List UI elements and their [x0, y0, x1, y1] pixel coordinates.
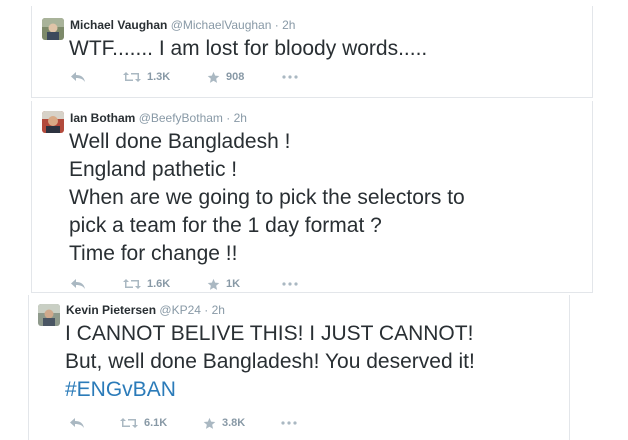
retweet-icon: [120, 418, 138, 428]
author-handle[interactable]: @MichaelVaughan: [171, 18, 272, 32]
tweet-line: When are we going to pick the selectors …: [69, 186, 465, 209]
retweet-count: 6.1K: [144, 417, 168, 429]
avatar[interactable]: [42, 18, 64, 40]
retweet-button[interactable]: 1.3K: [123, 69, 170, 85]
retweet-button[interactable]: 6.1K: [120, 415, 167, 431]
retweet-count: 1.6K: [147, 278, 171, 290]
separator: ·: [226, 111, 231, 125]
tweet-line: England pathetic !: [69, 158, 238, 181]
favorite-count: 908: [226, 71, 245, 83]
favorite-button[interactable]: 3.8K: [203, 415, 245, 431]
timestamp[interactable]: 2h: [212, 303, 225, 317]
tweet-line: WTF....... I am lost for bloody words...…: [69, 37, 428, 60]
tweet-line: But, well done Bangladesh! You deserved …: [65, 350, 475, 373]
reply-button[interactable]: [69, 415, 85, 431]
more-icon: [282, 75, 298, 79]
favorite-count: 3.8K: [222, 417, 246, 429]
tweet-card[interactable]: Ian Botham @BeefyBotham · 2h Well done B…: [31, 101, 593, 293]
favorite-button[interactable]: 908: [207, 69, 244, 85]
more-icon: [281, 421, 297, 425]
avatar[interactable]: [42, 111, 64, 133]
retweet-count: 1.3K: [147, 71, 171, 83]
author-handle[interactable]: @KP24: [159, 303, 201, 317]
author-handle[interactable]: @BeefyBotham: [139, 111, 223, 125]
more-button[interactable]: [282, 69, 298, 85]
more-button[interactable]: [282, 276, 298, 292]
separator: ·: [204, 303, 209, 317]
author-name[interactable]: Ian Botham: [70, 111, 135, 125]
more-button[interactable]: [281, 415, 297, 431]
tweet-line: Well done Bangladesh !: [69, 130, 291, 153]
timestamp[interactable]: 2h: [282, 18, 295, 32]
tweet-text: WTF....... I am lost for bloody words...…: [69, 35, 427, 63]
timestamp[interactable]: 2h: [234, 111, 247, 125]
tweet-text: Well done Bangladesh ! England pathetic …: [69, 128, 465, 268]
reply-icon: [71, 279, 85, 289]
tweet-card[interactable]: Michael Vaughan @MichaelVaughan · 2h WTF…: [31, 6, 593, 98]
reply-icon: [71, 72, 85, 82]
favorite-button[interactable]: 1K: [207, 276, 240, 292]
reply-button[interactable]: [70, 276, 86, 292]
favorite-icon: [207, 278, 220, 290]
retweet-icon: [123, 279, 141, 289]
retweet-button[interactable]: 1.6K: [123, 276, 170, 292]
tweet-line: pick a team for the 1 day format ?: [69, 214, 382, 237]
tweet-line: Time for change !!: [69, 242, 238, 265]
reply-button[interactable]: [70, 69, 86, 85]
hashtag-link[interactable]: #ENGvBAN: [65, 376, 475, 404]
favorite-icon: [203, 417, 216, 429]
avatar[interactable]: [38, 304, 60, 326]
tweet-line: I CANNOT BELIVE THIS! I JUST CANNOT!: [65, 322, 474, 345]
more-icon: [282, 282, 298, 286]
tweet-card[interactable]: Kevin Pietersen @KP24 · 2h I CANNOT BELI…: [28, 295, 570, 440]
reply-icon: [70, 418, 84, 428]
separator: ·: [274, 18, 279, 32]
retweet-icon: [123, 72, 141, 82]
favorite-icon: [207, 71, 220, 83]
author-name[interactable]: Michael Vaughan: [70, 18, 167, 32]
favorite-count: 1K: [226, 278, 241, 290]
author-name[interactable]: Kevin Pietersen: [66, 303, 156, 317]
tweet-text: I CANNOT BELIVE THIS! I JUST CANNOT! But…: [65, 320, 475, 404]
